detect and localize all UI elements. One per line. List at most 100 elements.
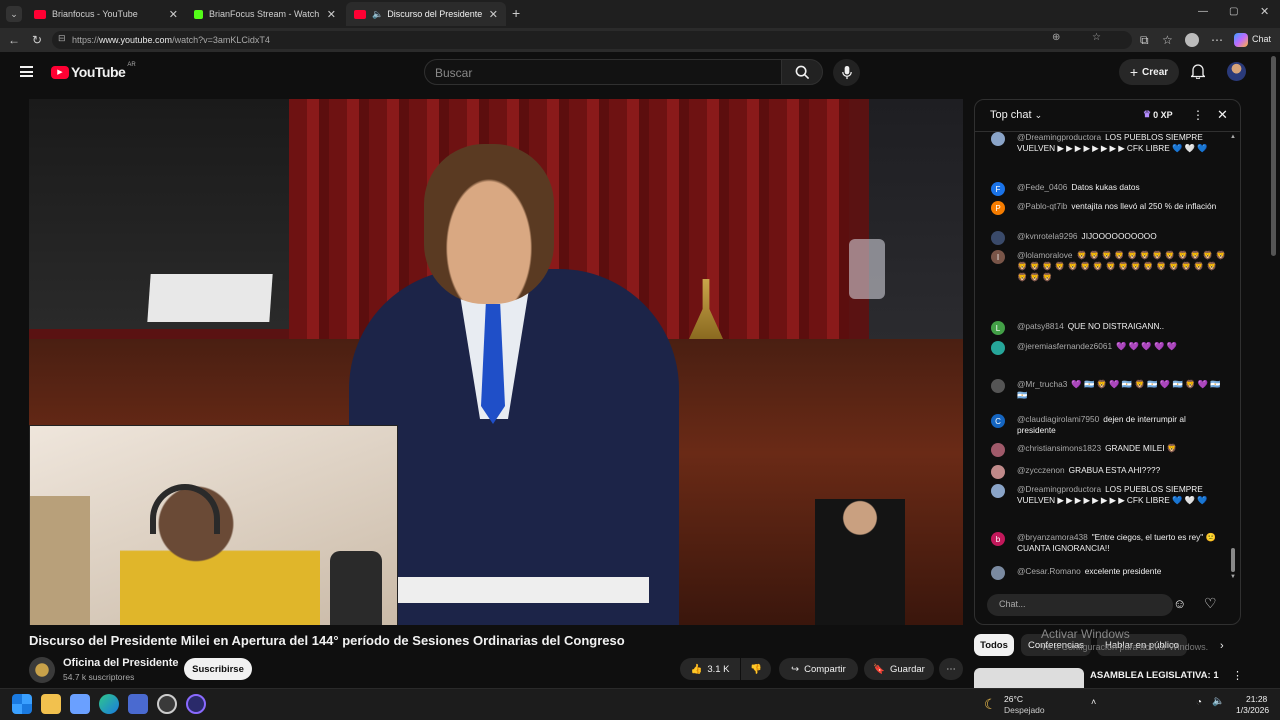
chat-author-name[interactable]: @bryanzamora438 — [1017, 532, 1088, 542]
chat-author-name[interactable]: @Dreamingproductora — [1017, 132, 1101, 142]
recommendation-title[interactable]: ASAMBLEA LEGISLATIVA: 1 — [1090, 670, 1219, 681]
app-icon[interactable] — [128, 694, 148, 714]
video-player[interactable] — [29, 99, 963, 625]
chat-author-name[interactable]: @Fede_0406 — [1017, 182, 1067, 192]
tab-discurso-milei[interactable]: 🔈 Discurso del Presidente Milei ✕ — [346, 2, 506, 26]
copilot-chat-label[interactable]: Chat — [1252, 34, 1271, 44]
chat-author-name[interactable]: @Dreamingproductora — [1017, 484, 1101, 494]
tab-close-icon[interactable]: ✕ — [321, 8, 336, 21]
extensions-icon[interactable]: ⧉ — [1140, 32, 1149, 48]
search-button[interactable] — [781, 59, 823, 85]
chat-author-avatar[interactable] — [991, 484, 1005, 498]
chat-author-name[interactable]: @Cesar.Romano — [1017, 566, 1081, 576]
notifications-bell-icon[interactable] — [1189, 63, 1207, 84]
obs-icon[interactable] — [157, 694, 177, 714]
chat-author-avatar[interactable]: b — [991, 532, 1005, 546]
clock-time[interactable]: 21:28 — [1246, 694, 1267, 704]
chat-author-avatar[interactable]: l — [991, 250, 1005, 264]
chat-author-name[interactable]: @christiansimons1823 — [1017, 443, 1101, 453]
recommendation-thumbnail[interactable] — [974, 668, 1084, 688]
more-menu-icon[interactable]: ⋯ — [1211, 32, 1223, 48]
wifi-icon[interactable]: ◔ — [1196, 697, 1202, 708]
windows-start-icon[interactable] — [12, 694, 32, 714]
heart-reaction-icon[interactable]: ♡ — [1204, 595, 1217, 612]
chat-message-text: excelente presidente — [1084, 566, 1162, 576]
favorites-icon[interactable]: ☆ — [1162, 32, 1173, 48]
chat-author-avatar[interactable] — [991, 231, 1005, 245]
search-input[interactable]: Buscar — [424, 59, 782, 85]
youtube-logo[interactable]: ▶ YouTube AR — [51, 62, 136, 80]
store-icon[interactable] — [70, 694, 90, 714]
chat-author-avatar[interactable]: F — [991, 182, 1005, 196]
chat-close-icon[interactable]: ✕ — [1217, 107, 1228, 123]
chat-author-avatar[interactable] — [991, 379, 1005, 393]
tab-close-icon[interactable]: ✕ — [163, 8, 178, 21]
save-button[interactable]: 🔖 Guardar — [864, 658, 934, 680]
like-button[interactable]: 👍 3.1 K — [680, 658, 740, 680]
tab-close-icon[interactable]: ✕ — [483, 8, 498, 21]
recommendation-more-icon[interactable]: ⋮ — [1232, 669, 1243, 682]
translate-icon[interactable]: ⊕ — [1052, 32, 1060, 43]
dislike-button[interactable]: 👎 — [741, 658, 771, 680]
create-button[interactable]: + Crear — [1119, 59, 1179, 85]
more-actions-button[interactable]: ⋯ — [939, 658, 963, 680]
chat-author-name[interactable]: @claudiagirolami7950 — [1017, 414, 1099, 424]
chat-author-name[interactable]: @kvnrotela9296 — [1017, 231, 1078, 241]
chat-message-body: @patsy8814 QUE NO DISTRAIGANN.. — [1017, 321, 1226, 332]
xp-badge[interactable]: ♛ 0 XP — [1143, 109, 1173, 120]
chat-author-avatar[interactable] — [991, 341, 1005, 355]
temperature[interactable]: 26°C — [1004, 694, 1023, 704]
copilot-icon[interactable] — [1234, 33, 1248, 47]
new-tab-button[interactable]: + — [512, 5, 520, 21]
tab-actions-menu[interactable]: ⌄ — [6, 6, 22, 22]
page-scrollbar[interactable] — [1271, 56, 1276, 256]
favorite-star-icon[interactable]: ☆ — [1092, 32, 1101, 43]
edge-browser-icon[interactable] — [99, 694, 119, 714]
site-info-icon[interactable]: ⊟ — [58, 33, 66, 44]
weather-condition[interactable]: Despejado — [1004, 705, 1045, 715]
chat-more-icon[interactable]: ⋮ — [1192, 108, 1204, 122]
volume-icon[interactable]: 🔈 — [1212, 696, 1224, 707]
chat-author-avatar[interactable]: C — [991, 414, 1005, 428]
reload-icon[interactable]: ↻ — [32, 32, 42, 48]
voice-search-button[interactable] — [833, 59, 860, 86]
chip-todos[interactable]: Todos — [974, 634, 1014, 656]
chat-author-name[interactable]: @lolamoralove — [1017, 250, 1072, 260]
chat-author-avatar[interactable] — [991, 443, 1005, 457]
profile-avatar[interactable] — [1185, 33, 1199, 47]
scroll-thumb[interactable] — [1231, 548, 1235, 572]
channel-avatar[interactable] — [29, 657, 55, 683]
chat-mode-dropdown[interactable]: Top chat ⌄ — [990, 109, 1042, 121]
chat-input[interactable]: Chat... — [987, 594, 1173, 616]
chat-author-name[interactable]: @Pablo-qt7ib — [1017, 201, 1067, 211]
channel-name[interactable]: Oficina del Presidente — [63, 657, 179, 669]
chevron-right-icon[interactable]: › — [1220, 640, 1224, 652]
chat-author-name[interactable]: @jeremiasfernandez6061 — [1017, 341, 1112, 351]
chat-scrollbar[interactable]: ▲ ▼ — [1230, 134, 1236, 580]
app-circle-icon[interactable] — [186, 694, 206, 714]
share-button[interactable]: ↪ Compartir — [779, 658, 858, 680]
chat-author-name[interactable]: @patsy8814 — [1017, 321, 1064, 331]
address-bar[interactable]: ⊟ https://www.youtube.com/watch?v=3amKLC… — [52, 31, 1132, 49]
tab-brianfocus-youtube[interactable]: Brianfocus - YouTube ✕ — [26, 2, 186, 26]
tray-chevron-icon[interactable]: ˄ — [1091, 697, 1096, 707]
subscribe-button[interactable]: Suscribirse — [184, 658, 252, 680]
file-explorer-icon[interactable] — [41, 694, 61, 714]
chat-author-avatar[interactable]: L — [991, 321, 1005, 335]
close-window-button[interactable]: ✕ — [1260, 5, 1269, 18]
chat-author-avatar[interactable] — [991, 132, 1005, 146]
minimize-button[interactable]: — — [1198, 6, 1208, 17]
chat-author-avatar[interactable] — [991, 566, 1005, 580]
hamburger-menu-icon[interactable] — [20, 66, 33, 77]
account-avatar[interactable] — [1227, 62, 1246, 81]
maximize-button[interactable]: ▢ — [1229, 6, 1238, 17]
emoji-icon[interactable]: ☺ — [1173, 596, 1186, 611]
chat-author-avatar[interactable] — [991, 465, 1005, 479]
chat-author-avatar[interactable]: P — [991, 201, 1005, 215]
back-icon[interactable]: ← — [8, 32, 20, 48]
chat-author-name[interactable]: @zycczenon — [1017, 465, 1065, 475]
clock-date[interactable]: 1/3/2026 — [1236, 705, 1269, 715]
chat-message-body: @Cesar.Romano excelente presidente — [1017, 566, 1226, 577]
tab-brianfocus-stream[interactable]: BrianFocus Stream - Watch Live o ✕ — [186, 2, 344, 26]
chat-author-name[interactable]: @Mr_trucha3 — [1017, 379, 1067, 389]
